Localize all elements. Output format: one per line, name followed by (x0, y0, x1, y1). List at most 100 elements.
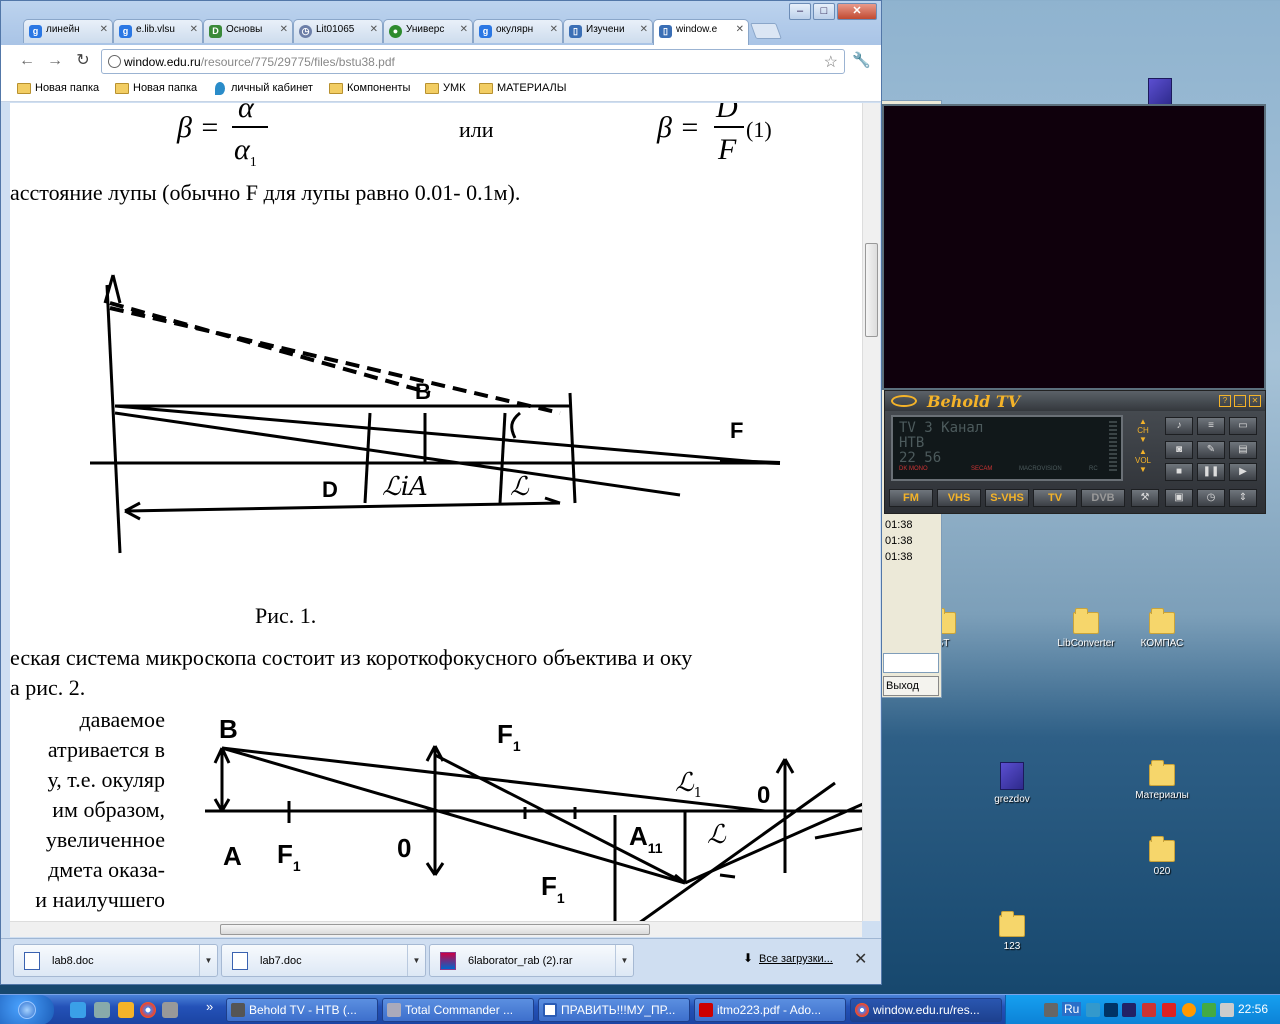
horizontal-scrollbar[interactable] (10, 921, 862, 937)
tab-window[interactable]: ▯ window.e ✕ (653, 19, 749, 45)
forward-icon[interactable]: → (45, 51, 65, 71)
speaker-icon[interactable]: ♪ (1165, 417, 1193, 435)
language-indicator[interactable]: Ru (1062, 1002, 1082, 1016)
download-item[interactable]: 6laborator_rab (2).rar ▼ (429, 944, 634, 977)
reload-icon[interactable]: ↻ (73, 51, 93, 71)
show-all-downloads-link[interactable]: Все загрузки... (759, 953, 833, 965)
chevron-down-icon[interactable]: ▼ (615, 945, 633, 976)
tv-video-window[interactable] (882, 104, 1266, 390)
bookmark-lichny[interactable]: личный кабинет (213, 82, 313, 95)
svhs-button[interactable]: S-VHS (985, 489, 1029, 507)
tab-okular[interactable]: g окулярн ✕ (473, 19, 563, 43)
quicklaunch-overflow[interactable]: » (206, 999, 213, 1014)
tab-linear[interactable]: g линейн ✕ (23, 19, 113, 43)
tab-univers[interactable]: ● Универс ✕ (383, 19, 473, 43)
behold-title-bar[interactable]: Behold TV ? _ ✕ (885, 391, 1265, 411)
tab-close-icon[interactable]: ✕ (280, 24, 288, 35)
task-adobe[interactable]: itmo223.pdf - Ado... (694, 998, 846, 1022)
bookmark-folder[interactable]: Новая папка (115, 82, 197, 94)
monitor-icon[interactable]: ▭ (1229, 417, 1257, 435)
minimize-icon[interactable]: _ (1234, 395, 1246, 407)
minimize-button[interactable]: – (789, 3, 811, 20)
task-total-commander[interactable]: Total Commander ... (382, 998, 534, 1022)
close-icon[interactable]: ✕ (854, 949, 867, 969)
start-button[interactable] (0, 995, 54, 1024)
stop-icon[interactable]: ■ (1165, 463, 1193, 481)
task-behold[interactable]: Behold TV - НТВ (... (226, 998, 378, 1022)
vertical-scroll-thumb[interactable] (865, 243, 878, 337)
desktop-icon-123[interactable]: 123 (974, 911, 1050, 952)
pause-icon[interactable]: ❚❚ (1197, 463, 1225, 481)
volume-icon[interactable] (1220, 1003, 1234, 1017)
tray-icon[interactable] (1182, 1003, 1196, 1017)
tab-close-icon[interactable]: ✕ (550, 24, 558, 35)
tab-lit[interactable]: ◷ Lit01065 ✕ (293, 19, 383, 43)
drive-select[interactable] (883, 653, 939, 673)
chevron-down-icon[interactable]: ▼ (199, 945, 217, 976)
tray-icon[interactable] (1162, 1003, 1176, 1017)
vhs-button[interactable]: VHS (937, 489, 981, 507)
record-icon[interactable]: ✎ (1197, 441, 1225, 459)
tab-elib[interactable]: g e.lib.vlsu ✕ (113, 19, 203, 43)
wrench-icon[interactable]: ⚒ (1131, 489, 1159, 507)
star-icon[interactable]: ☆ (824, 52, 838, 72)
maximize-button[interactable]: □ (813, 3, 835, 20)
ie-icon[interactable] (70, 1002, 86, 1018)
desktop-icon-materialy[interactable]: Материалы (1124, 760, 1200, 801)
tray-icon[interactable] (1142, 1003, 1156, 1017)
tab-close-icon[interactable]: ✕ (100, 24, 108, 35)
tv-button[interactable]: TV (1033, 489, 1077, 507)
download-item[interactable]: lab7.doc ▼ (221, 944, 426, 977)
tab-izuchen[interactable]: ▯ Изучени ✕ (563, 19, 653, 43)
folder-icon[interactable]: ▤ (1229, 441, 1257, 459)
wrench-icon[interactable]: 🔧 (852, 51, 871, 69)
desktop-icon-020[interactable]: 020 (1124, 836, 1200, 877)
behold-icon[interactable] (118, 1002, 134, 1018)
desktop-icon-kompas[interactable]: КОМПАС (1124, 608, 1200, 649)
task-word[interactable]: ПРАВИТЬ!!!МУ_ПР... (538, 998, 690, 1022)
chrome-icon[interactable] (140, 1002, 156, 1018)
horizontal-scroll-thumb[interactable] (220, 924, 650, 935)
new-tab-button[interactable] (750, 23, 782, 39)
close-button[interactable]: ✕ (837, 3, 877, 20)
camera-icon[interactable]: ◙ (1165, 441, 1193, 459)
updown-icon[interactable]: ⇕ (1229, 489, 1257, 507)
help-icon[interactable]: ? (1219, 395, 1231, 407)
tab-close-icon[interactable]: ✕ (370, 24, 378, 35)
dvb-button[interactable]: DVB (1081, 489, 1125, 507)
chevron-down-icon[interactable]: ▼ (407, 945, 425, 976)
desktop-doc-icon-top[interactable] (1148, 78, 1172, 106)
download-item[interactable]: lab8.doc ▼ (13, 944, 218, 977)
tab-osnovy[interactable]: D Основы ✕ (203, 19, 293, 43)
tc-icon[interactable] (162, 1002, 178, 1018)
browser-window[interactable]: g линейн ✕ g e.lib.vlsu ✕ D Основы ✕ ◷ Lit0… (0, 0, 882, 985)
desktop-icon[interactable] (94, 1002, 110, 1018)
tray-icon[interactable] (1202, 1003, 1216, 1017)
timer-icon[interactable]: ◷ (1197, 489, 1225, 507)
title-bar[interactable]: g линейн ✕ g e.lib.vlsu ✕ D Основы ✕ ◷ Lit0… (1, 1, 881, 45)
tab-close-icon[interactable]: ✕ (190, 24, 198, 35)
tray-icon[interactable] (1122, 1003, 1136, 1017)
tray-app-icon[interactable] (1044, 1003, 1058, 1017)
settings-icon[interactable]: ≡ (1197, 417, 1225, 435)
network-icon[interactable] (1086, 1003, 1100, 1017)
task-chrome[interactable]: window.edu.ru/res... (850, 998, 1002, 1022)
bookmark-folder[interactable]: Новая папка (17, 82, 99, 94)
bookmark-folder[interactable]: Компоненты (329, 82, 410, 94)
fm-button[interactable]: FM (889, 489, 933, 507)
volume-control[interactable]: ▲ VOL ▼ (1131, 447, 1155, 483)
tab-close-icon[interactable]: ✕ (460, 24, 468, 35)
save-icon[interactable]: ▣ (1165, 489, 1193, 507)
tab-close-icon[interactable]: ✕ (736, 24, 744, 35)
desktop-icon-grezdov[interactable]: grezdov (974, 762, 1050, 805)
behold-tv-panel[interactable]: Behold TV ? _ ✕ TV 3 Канал НТВ 22 56 DK … (884, 390, 1266, 514)
address-bar[interactable]: window.edu.ru/resource/775/29775/files/b… (101, 49, 845, 74)
bookmark-folder[interactable]: МАТЕРИАЛЫ (479, 82, 566, 94)
play-icon[interactable]: ▶ (1229, 463, 1257, 481)
back-icon[interactable]: ← (17, 51, 37, 71)
desktop-icon-libconverter[interactable]: LibConverter (1048, 608, 1124, 649)
bookmark-folder[interactable]: УМК (425, 82, 466, 94)
tray-z-icon[interactable] (1104, 1003, 1118, 1017)
tab-close-icon[interactable]: ✕ (640, 24, 648, 35)
exit-button[interactable]: Выход (883, 676, 939, 696)
